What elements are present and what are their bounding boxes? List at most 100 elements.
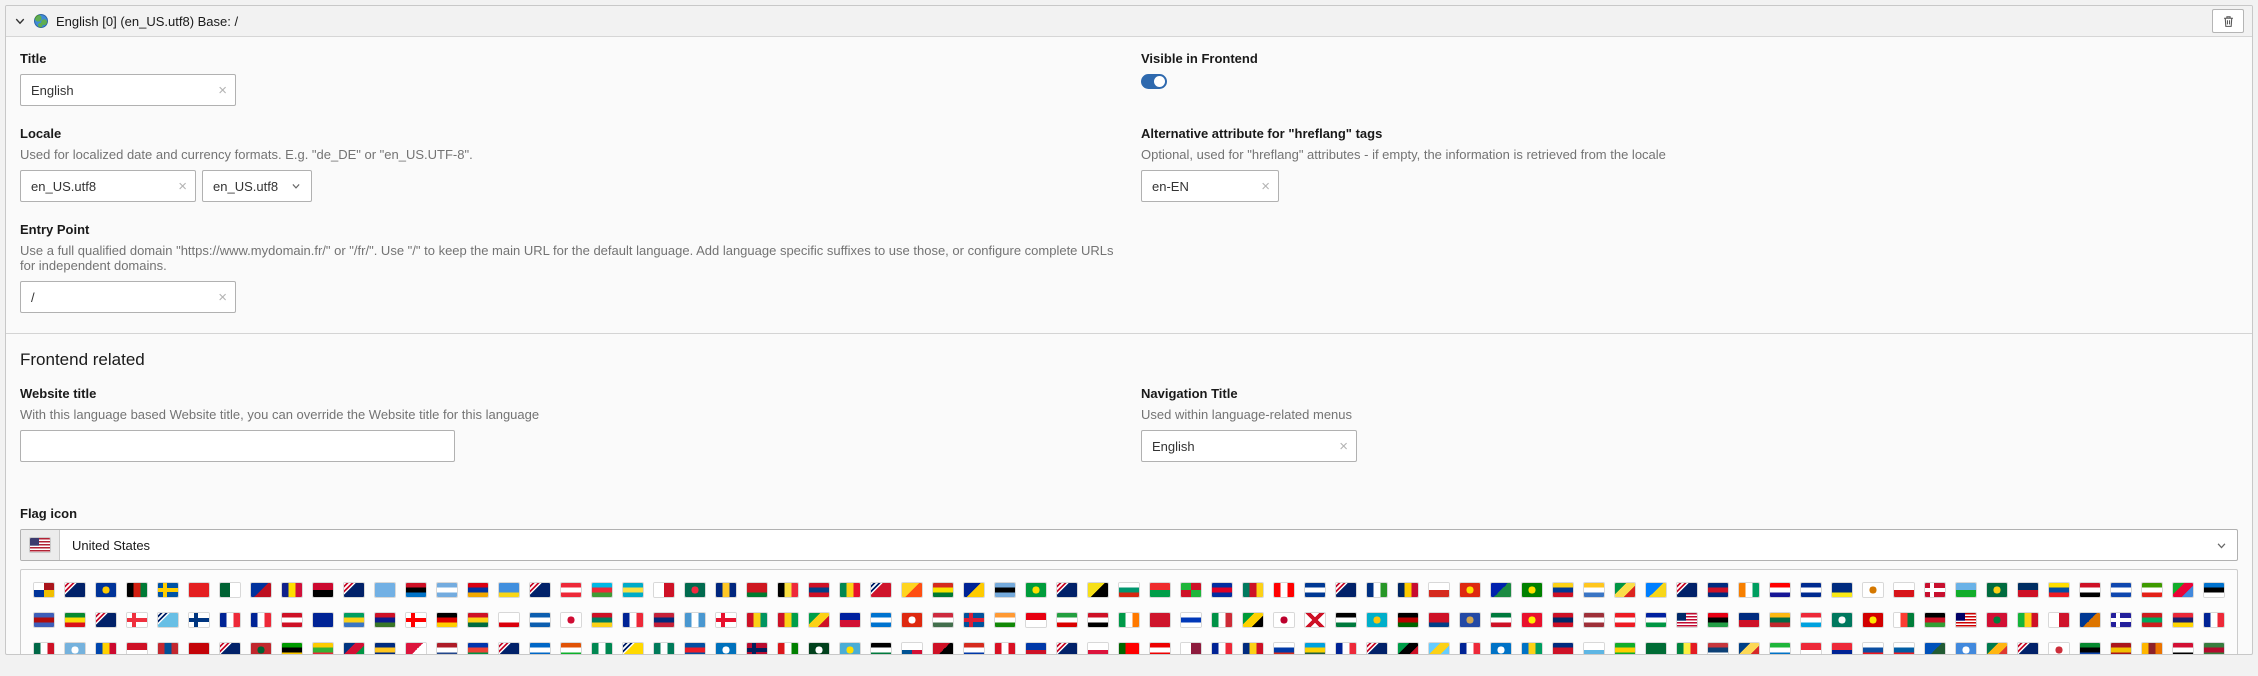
- flag-option-bangladesh[interactable]: [679, 575, 710, 605]
- flag-option-albania[interactable]: [183, 575, 214, 605]
- flag-option-canada[interactable]: [1268, 575, 1299, 605]
- flag-option-british-indian-ocean-territory[interactable]: [1051, 575, 1082, 605]
- language-panel-header[interactable]: English [0] (en_US.utf8) Base: /: [6, 6, 2252, 37]
- flag-option-language-multiple[interactable]: [28, 575, 59, 605]
- flag-option-gabon[interactable]: [338, 605, 369, 635]
- flag-option-saudi-arabia[interactable]: [1640, 635, 1671, 654]
- flag-option-south-africa[interactable]: [1981, 635, 2012, 654]
- flag-option-kuwait[interactable]: [1485, 605, 1516, 635]
- title-input[interactable]: [29, 81, 213, 99]
- flag-option-equatorial-guinea[interactable]: [2136, 575, 2167, 605]
- flag-option-greece[interactable]: [524, 605, 555, 635]
- flag-option-kazakhstan[interactable]: [1361, 605, 1392, 635]
- website-title-input[interactable]: [29, 437, 446, 455]
- flag-option-hong-kong[interactable]: [896, 605, 927, 635]
- flag-option-saint-martin[interactable]: [1454, 635, 1485, 654]
- flag-option-niue[interactable]: [617, 635, 648, 654]
- flag-option-brazil[interactable]: [1020, 575, 1051, 605]
- flag-option-aland-islands[interactable]: [152, 575, 183, 605]
- flag-option-eritrea[interactable]: [2167, 575, 2198, 605]
- flag-option-kyrgyzstan[interactable]: [1516, 605, 1547, 635]
- flag-option-nicaragua[interactable]: [524, 635, 555, 654]
- flag-option-lebanon[interactable]: [1609, 605, 1640, 635]
- flag-option-cocos-islands[interactable]: [1516, 575, 1547, 605]
- flag-option-american-samoa[interactable]: [245, 575, 276, 605]
- flag-option-morocco[interactable]: [245, 635, 276, 654]
- flag-option-cote-d-ivoire[interactable]: [1733, 575, 1764, 605]
- flag-option-lithuania[interactable]: [1764, 605, 1795, 635]
- flag-option-myanmar[interactable]: [307, 635, 338, 654]
- flag-option-afghanistan[interactable]: [121, 575, 152, 605]
- flag-option-sri-lanka[interactable]: [2136, 635, 2167, 654]
- flag-option-bosnia-and-herzegovina[interactable]: [958, 575, 989, 605]
- flag-option-denmark[interactable]: [1919, 575, 1950, 605]
- flag-option-south-korea[interactable]: [2043, 635, 2074, 654]
- flag-option-brunei[interactable]: [1082, 575, 1113, 605]
- flag-option-mongolia[interactable]: [152, 635, 183, 654]
- flag-option-mauritania[interactable]: [2136, 605, 2167, 635]
- flag-option-slovenia[interactable]: [1888, 635, 1919, 654]
- flag-option-china[interactable]: [1454, 575, 1485, 605]
- flag-option-saint-helena[interactable]: [1361, 635, 1392, 654]
- flag-option-guyana[interactable]: [803, 605, 834, 635]
- flag-option-colombia[interactable]: [1547, 575, 1578, 605]
- flag-option-north-macedonia[interactable]: [1857, 605, 1888, 635]
- flag-option-malawi[interactable]: [1919, 605, 1950, 635]
- flag-option-poland[interactable]: [1082, 635, 1113, 654]
- flag-option-burundi[interactable]: [1175, 575, 1206, 605]
- flag-option-georgia[interactable]: [400, 605, 431, 635]
- flag-option-niger[interactable]: [555, 635, 586, 654]
- flag-option-liechtenstein[interactable]: [1733, 605, 1764, 635]
- flag-option-northern-mariana-islands[interactable]: [710, 635, 741, 654]
- flag-option-falkland-islands[interactable]: [90, 605, 121, 635]
- flag-option-senegal[interactable]: [1671, 635, 1702, 654]
- entry-point-input[interactable]: [29, 288, 213, 306]
- flag-option-nigeria[interactable]: [586, 635, 617, 654]
- flag-option-australia[interactable]: [524, 575, 555, 605]
- flag-option-mayotte[interactable]: [2198, 605, 2229, 635]
- flag-option-sierra-leone[interactable]: [1764, 635, 1795, 654]
- flag-option-palestine[interactable]: [865, 635, 896, 654]
- flag-option-indonesia[interactable]: [1020, 605, 1051, 635]
- flag-option-comoros[interactable]: [1578, 575, 1609, 605]
- flag-option-jordan[interactable]: [1330, 605, 1361, 635]
- flag-option-san-marino[interactable]: [1578, 635, 1609, 654]
- flag-option-guam[interactable]: [648, 605, 679, 635]
- flag-option-grenada[interactable]: [586, 605, 617, 635]
- hreflang-input[interactable]: [1150, 177, 1256, 195]
- flag-option-libya[interactable]: [1702, 605, 1733, 635]
- flag-option-gibraltar[interactable]: [493, 605, 524, 635]
- flag-option-madagascar[interactable]: [1888, 605, 1919, 635]
- flag-option-bermuda[interactable]: [865, 575, 896, 605]
- flag-option-papua-new-guinea[interactable]: [927, 635, 958, 654]
- flag-option-bhutan[interactable]: [896, 575, 927, 605]
- flag-option-central-african-republic[interactable]: [1361, 575, 1392, 605]
- flag-option-philippines[interactable]: [1020, 635, 1051, 654]
- flag-option-cayman-islands[interactable]: [1330, 575, 1361, 605]
- flag-option-gambia[interactable]: [369, 605, 400, 635]
- flag-option-peru[interactable]: [989, 635, 1020, 654]
- flag-option-kenya[interactable]: [1392, 605, 1423, 635]
- flag-option-south-sudan[interactable]: [2074, 635, 2105, 654]
- chevron-down-icon[interactable]: [14, 15, 26, 27]
- flag-option-france[interactable]: [214, 605, 245, 635]
- locale-input[interactable]: [29, 177, 173, 195]
- flag-option-jersey[interactable]: [1299, 605, 1330, 635]
- flag-option-cook-islands[interactable]: [1671, 575, 1702, 605]
- flag-option-cambodia[interactable]: [1206, 575, 1237, 605]
- flag-option-argentina[interactable]: [431, 575, 462, 605]
- flag-option-language-en-us-gb[interactable]: [59, 575, 90, 605]
- flag-option-chile[interactable]: [1423, 575, 1454, 605]
- flag-option-malaysia[interactable]: [1950, 605, 1981, 635]
- flag-option-oman[interactable]: [772, 635, 803, 654]
- flag-option-hungary[interactable]: [927, 605, 958, 635]
- flag-option-austria[interactable]: [555, 575, 586, 605]
- flag-option-faroe-islands[interactable]: [121, 605, 152, 635]
- flag-option-aruba[interactable]: [493, 575, 524, 605]
- flag-option-andorra[interactable]: [276, 575, 307, 605]
- flag-option-kiribati[interactable]: [1423, 605, 1454, 635]
- flag-option-mexico[interactable]: [28, 635, 59, 654]
- flag-option-rwanda[interactable]: [1299, 635, 1330, 654]
- flag-option-croatia[interactable]: [1764, 575, 1795, 605]
- flag-option-djibouti[interactable]: [1950, 575, 1981, 605]
